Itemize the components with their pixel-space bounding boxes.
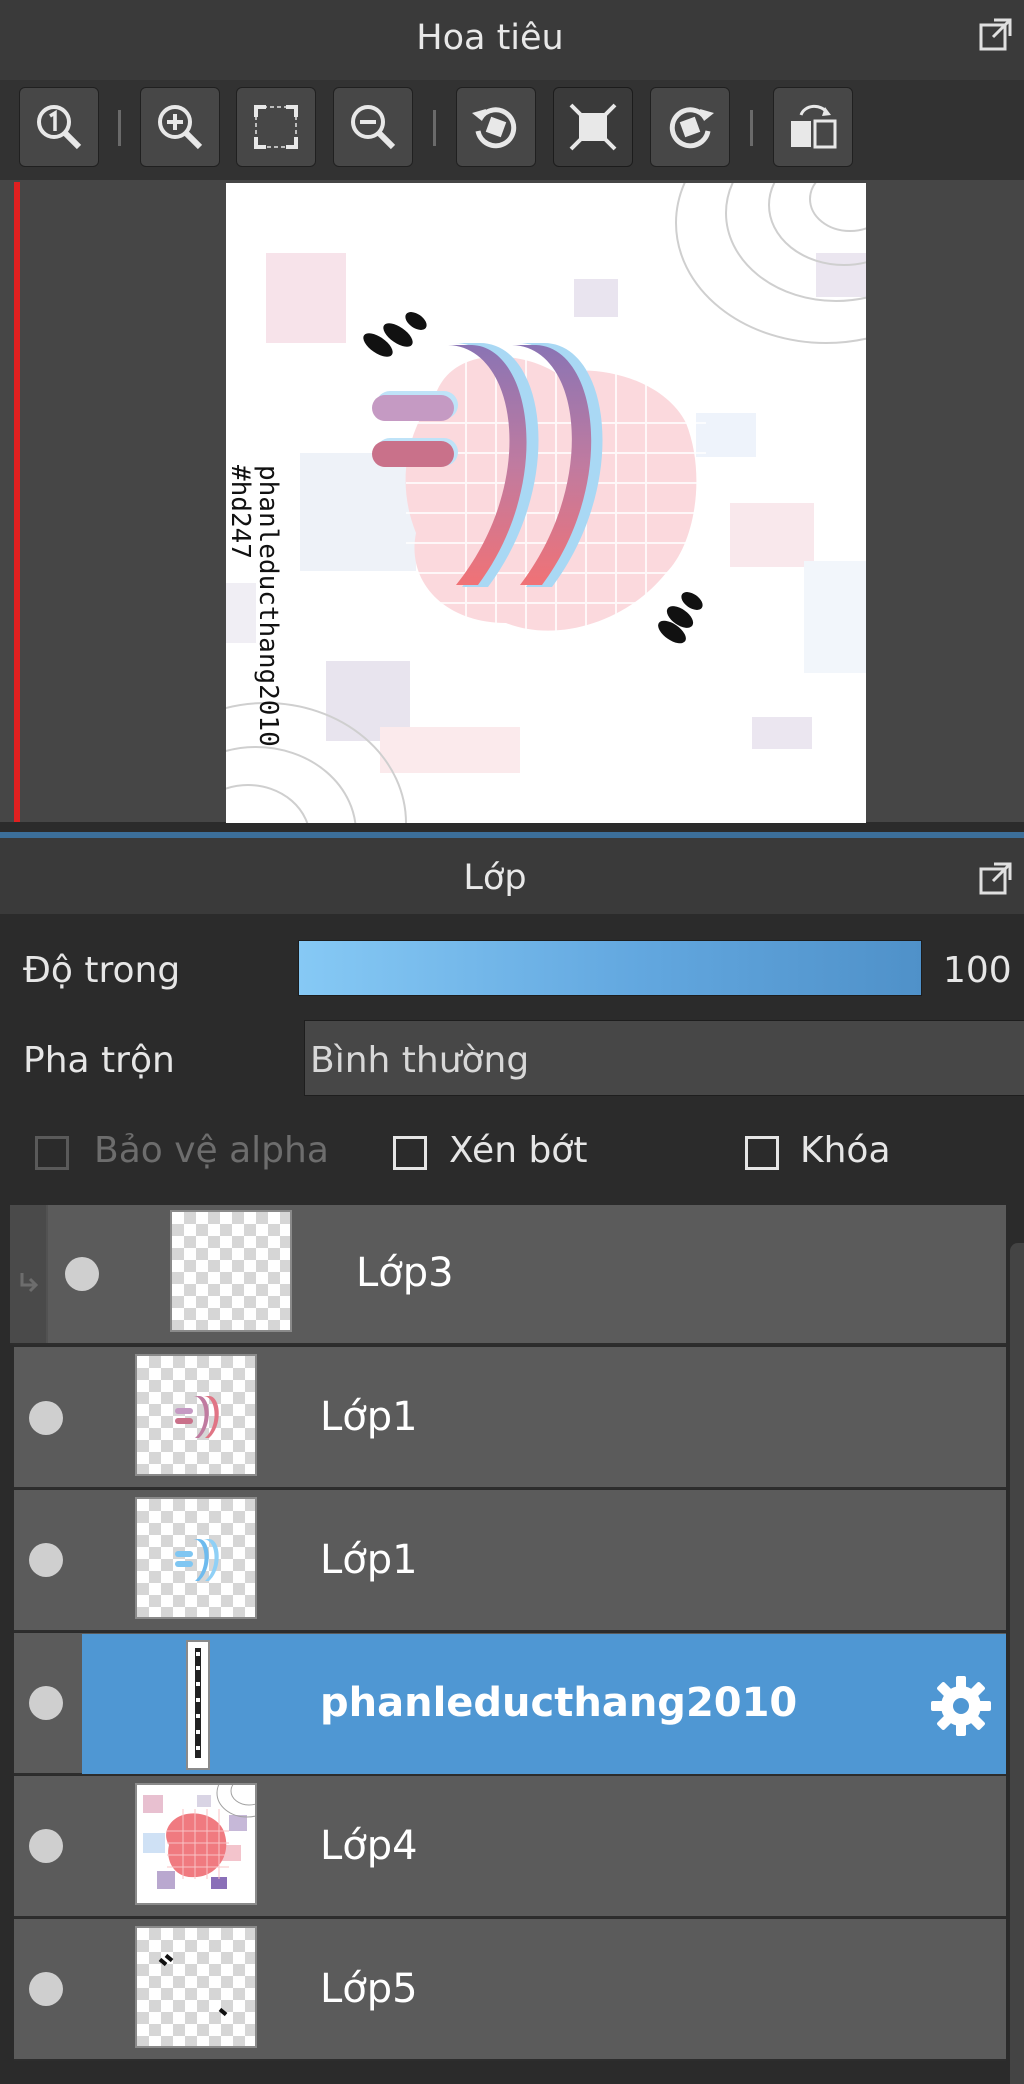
blend-mode-value: Bình thường: [310, 1040, 530, 1081]
layer-name: Lớp1: [320, 1394, 418, 1440]
fit-window-icon[interactable]: [553, 87, 633, 167]
layer-name: Lớp4: [320, 1823, 418, 1869]
visibility-icon[interactable]: [65, 1257, 99, 1291]
clipping-label: Xén bớt: [449, 1130, 588, 1171]
protect-alpha-checkbox[interactable]: [35, 1136, 69, 1170]
layer-name: Lớp5: [320, 1966, 418, 2012]
canvas-watermark-line1: phanleducthang2010: [253, 465, 283, 747]
visibility-icon[interactable]: [29, 1401, 63, 1435]
view-frame-indicator: [14, 182, 20, 822]
opacity-label: Độ trong: [23, 950, 181, 991]
lock-checkbox[interactable]: [745, 1136, 779, 1170]
layer-thumbnail: [170, 1210, 292, 1332]
flip-horizontal-icon[interactable]: [773, 87, 853, 167]
canvas-artwork: phanleducthang2010 #hd247: [226, 183, 866, 823]
opacity-value: 100 %: [943, 950, 1024, 991]
clip-indicator: [10, 1205, 46, 1343]
layer-name: Lớp3: [356, 1250, 454, 1296]
layer-thumbnail: [135, 1497, 257, 1619]
zoom-in-icon[interactable]: [140, 87, 220, 167]
navigator-title: Hoa tiêu: [416, 18, 564, 58]
navigator-popout-icon[interactable]: [978, 16, 1014, 52]
opacity-slider[interactable]: [298, 940, 922, 996]
protect-alpha-label: Bảo vệ alpha: [94, 1130, 329, 1171]
rotate-left-icon[interactable]: [456, 87, 536, 167]
visibility-icon[interactable]: [29, 1972, 63, 2006]
layer-popout-icon[interactable]: [978, 860, 1014, 896]
visibility-icon[interactable]: [29, 1829, 63, 1863]
layer-name: phanleducthang2010: [320, 1680, 798, 1726]
layer-settings-gear-icon[interactable]: [928, 1673, 994, 1739]
layer-thumbnail: [186, 1640, 210, 1770]
navigator-toolbar: [0, 80, 1024, 180]
rotate-right-icon[interactable]: [650, 87, 730, 167]
layer-thumbnail: [135, 1783, 257, 1905]
visibility-icon[interactable]: [29, 1686, 63, 1720]
layer-thumbnail: [135, 1926, 257, 2048]
clipping-checkbox[interactable]: [393, 1136, 427, 1170]
layer-thumbnail: [135, 1354, 257, 1476]
layer-panel-title: Lớp: [463, 858, 527, 898]
layer-list-scrollbar[interactable]: [1010, 1243, 1024, 2084]
fit-screen-icon[interactable]: [236, 87, 316, 167]
blend-mode-label: Pha trộn: [23, 1040, 175, 1081]
clip-arrow-icon: [20, 1273, 39, 1293]
lock-label: Khóa: [800, 1130, 891, 1171]
canvas-preview[interactable]: phanleducthang2010 #hd247: [226, 183, 866, 823]
zoom-out-icon[interactable]: [333, 87, 413, 167]
zoom-actual-icon[interactable]: [19, 87, 99, 167]
canvas-watermark-line2: #hd247: [226, 465, 255, 559]
layer-name: Lớp1: [320, 1537, 418, 1583]
visibility-icon[interactable]: [29, 1543, 63, 1577]
